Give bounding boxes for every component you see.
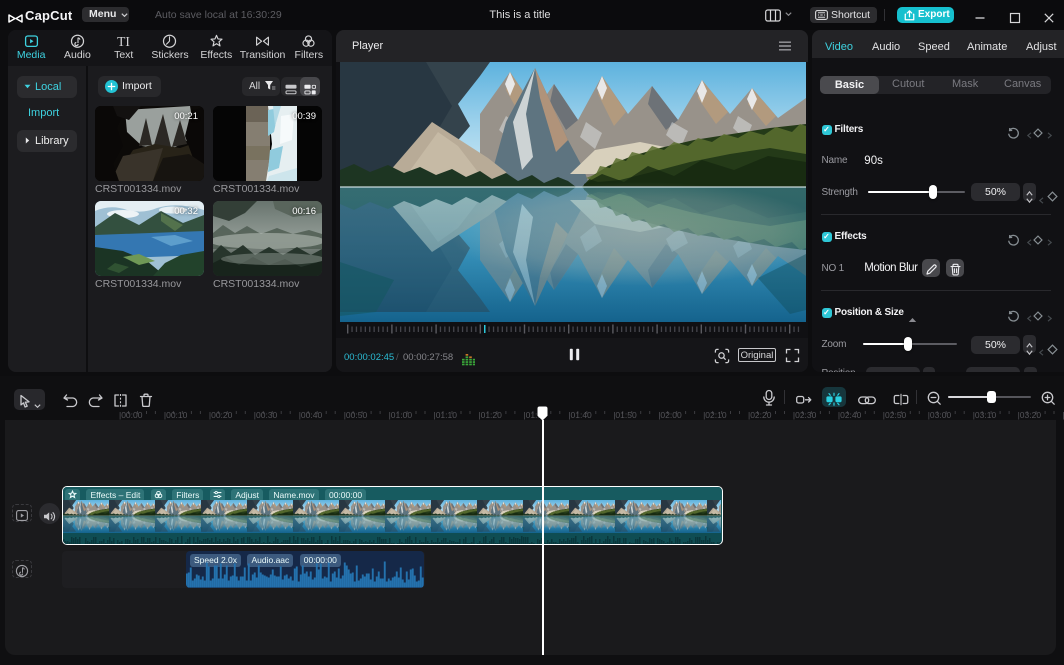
svg-text:TI: TI xyxy=(117,34,130,48)
